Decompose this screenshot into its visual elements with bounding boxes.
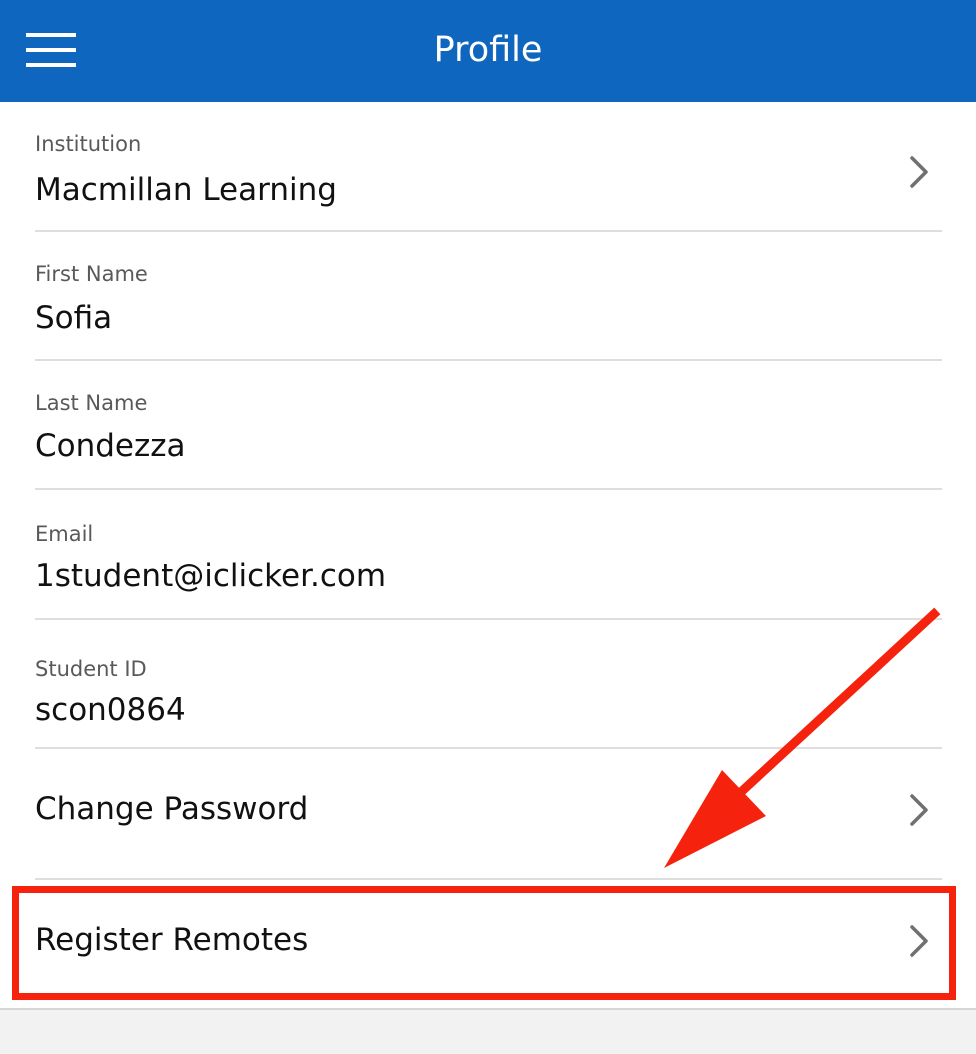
- page-title: Profile: [433, 30, 543, 70]
- annotation-arrow-icon: [664, 607, 941, 868]
- first-name-label: First Name: [35, 262, 148, 286]
- student-id-label: Student ID: [35, 657, 147, 681]
- app-header: Profile: [0, 0, 976, 102]
- chevron-right-icon: [910, 156, 928, 188]
- first-name-value: Sofia: [35, 300, 113, 336]
- hamburger-menu-icon[interactable]: [24, 30, 80, 74]
- bottom-band: [0, 1008, 976, 1054]
- last-name-value: Condezza: [35, 428, 186, 464]
- email-label: Email: [35, 522, 94, 546]
- highlight-box: [12, 886, 956, 1000]
- last-name-label: Last Name: [35, 391, 148, 415]
- student-id-value: scon0864: [35, 692, 186, 728]
- first-name-row: First Name Sofia: [35, 232, 942, 361]
- institution-label: Institution: [35, 132, 142, 156]
- email-value: 1student@iclicker.com: [35, 558, 387, 594]
- institution-value: Macmillan Learning: [35, 172, 337, 208]
- change-password-label: Change Password: [35, 791, 309, 827]
- institution-row[interactable]: Institution Macmillan Learning: [35, 102, 942, 232]
- profile-screen: Profile Institution Macmillan Learning F…: [0, 0, 976, 1054]
- last-name-row: Last Name Condezza: [35, 361, 942, 490]
